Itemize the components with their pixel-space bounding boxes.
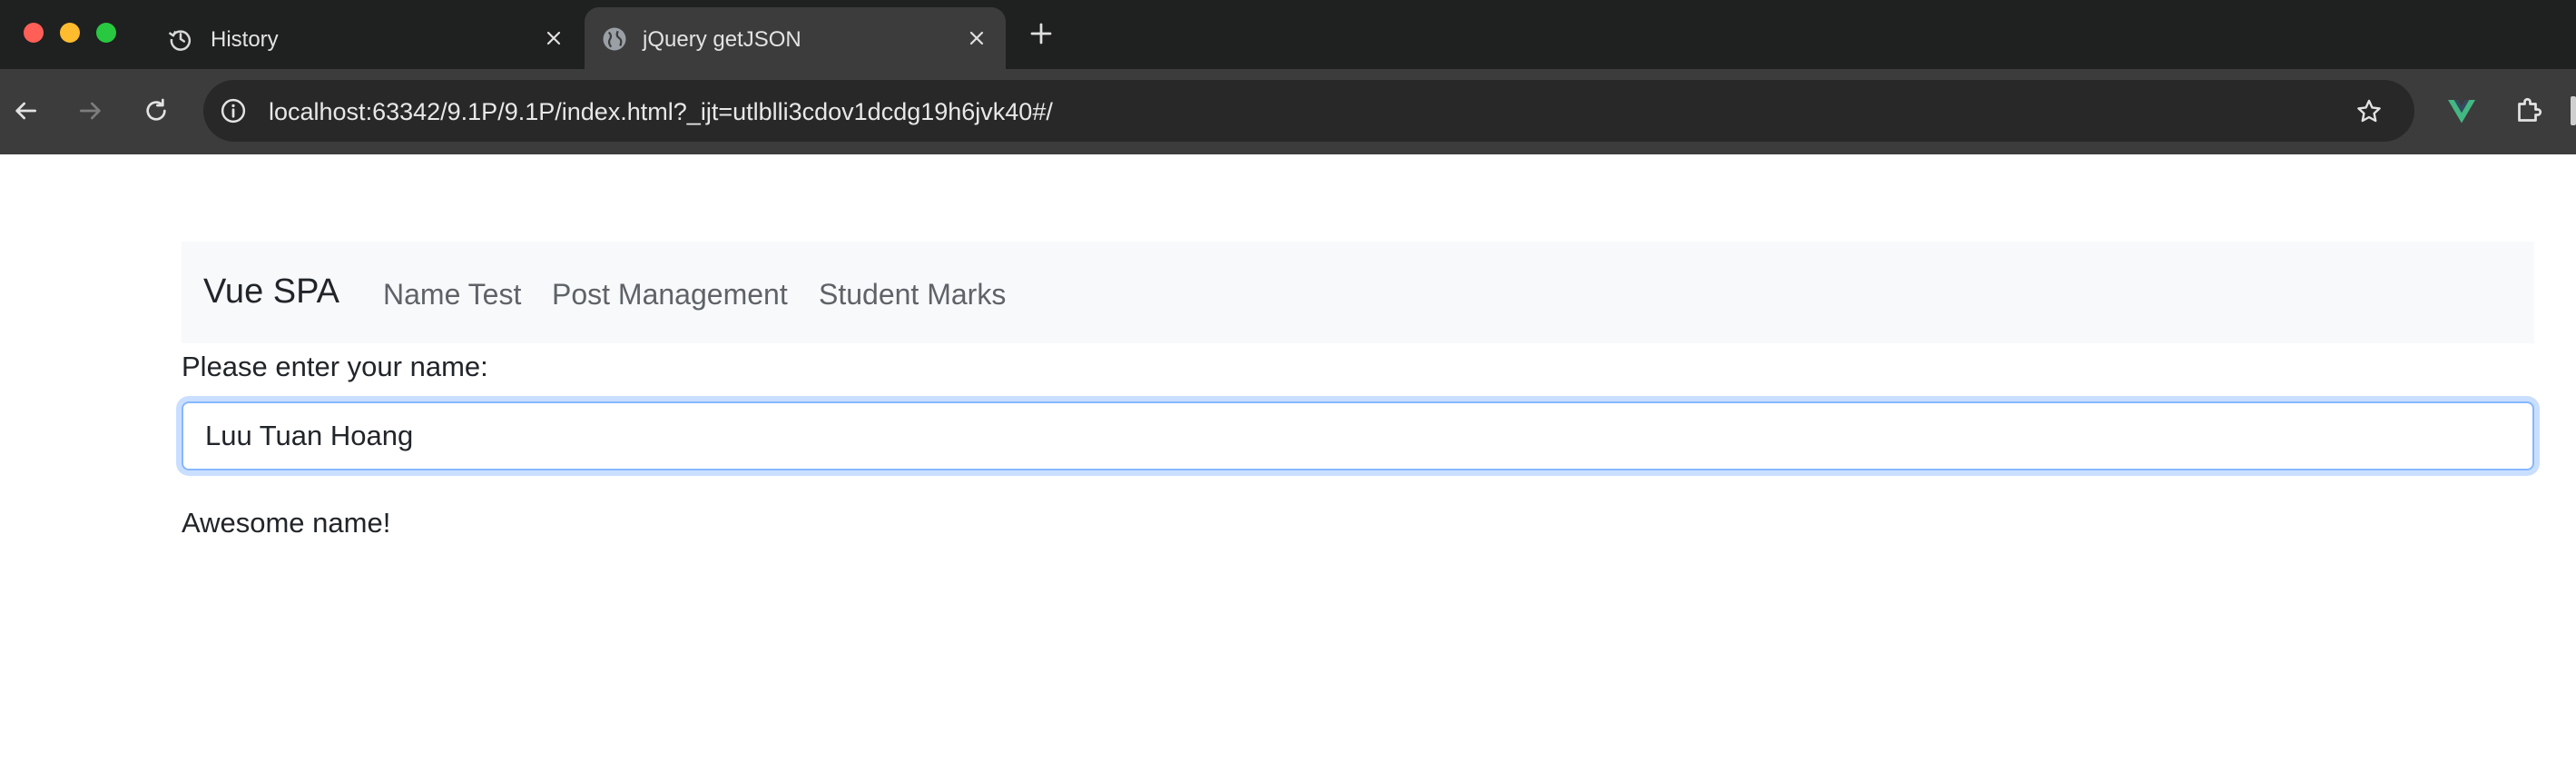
browser-tabstrip: History jQuery getJSON bbox=[0, 0, 2576, 69]
reload-icon[interactable] bbox=[142, 96, 171, 125]
back-arrow-icon[interactable] bbox=[11, 96, 40, 125]
globe-icon bbox=[603, 27, 626, 51]
vue-devtools-icon[interactable] bbox=[2445, 94, 2478, 127]
nav-link-name-test[interactable]: Name Test bbox=[383, 278, 521, 312]
name-prompt-label: Please enter your name: bbox=[182, 351, 488, 382]
navbar-brand[interactable]: Vue SPA bbox=[203, 272, 339, 312]
app-navbar: Vue SPA Name Test Post Management Studen… bbox=[182, 242, 2534, 343]
history-icon bbox=[168, 30, 192, 51]
url-text[interactable]: localhost:63342/9.1P/9.1P/index.html?_ij… bbox=[269, 98, 1053, 126]
tab-title: History bbox=[211, 27, 279, 52]
new-tab-plus-icon[interactable] bbox=[1027, 20, 1055, 47]
minimize-window-button[interactable] bbox=[60, 23, 80, 43]
page-viewport: Vue SPA Name Test Post Management Studen… bbox=[0, 154, 2576, 772]
tab-jquery-getjson[interactable]: jQuery getJSON bbox=[585, 7, 1006, 69]
browser-toolbar: localhost:63342/9.1P/9.1P/index.html?_ij… bbox=[0, 69, 2576, 154]
bookmark-star-icon[interactable] bbox=[2355, 97, 2384, 126]
name-feedback-text: Awesome name! bbox=[182, 507, 391, 539]
tab-history[interactable]: History bbox=[154, 7, 581, 69]
tab-title: jQuery getJSON bbox=[643, 27, 801, 52]
maximize-window-button[interactable] bbox=[96, 23, 116, 43]
profile-avatar-edge[interactable] bbox=[2571, 96, 2576, 125]
extensions-puzzle-icon[interactable] bbox=[2512, 94, 2545, 127]
close-window-button[interactable] bbox=[24, 23, 44, 43]
close-icon[interactable] bbox=[966, 27, 988, 49]
nav-link-post-management[interactable]: Post Management bbox=[552, 278, 788, 312]
forward-arrow-icon[interactable] bbox=[76, 96, 105, 125]
nav-link-student-marks[interactable]: Student Marks bbox=[819, 278, 1006, 312]
site-info-icon[interactable] bbox=[220, 97, 247, 124]
address-bar[interactable]: localhost:63342/9.1P/9.1P/index.html?_ij… bbox=[203, 80, 2414, 142]
close-icon[interactable] bbox=[543, 27, 565, 49]
name-input[interactable] bbox=[182, 401, 2534, 470]
